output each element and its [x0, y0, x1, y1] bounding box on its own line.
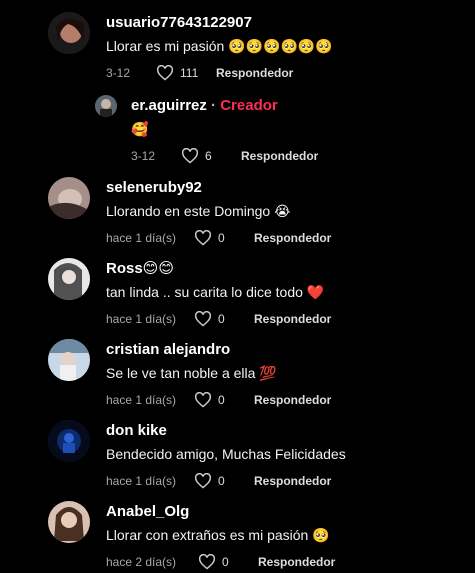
creator-badge: Creador	[220, 97, 278, 114]
comment-date: hace 1 día(s)	[106, 231, 177, 245]
like-count: 0	[222, 555, 229, 569]
comment-date: hace 2 día(s)	[106, 555, 177, 569]
comment-text: Llorar con extraños es mi pasión 🥺	[106, 527, 330, 543]
reply-button[interactable]: Respondedor	[254, 312, 331, 326]
comment-date: hace 1 día(s)	[106, 474, 177, 488]
reply-button[interactable]: Respondedor	[241, 149, 318, 163]
comment-text: Llorando en este Domingo 😭	[106, 203, 291, 219]
avatar[interactable]	[95, 95, 117, 117]
like-button[interactable]: 0	[194, 311, 248, 327]
heart-outline-icon	[156, 65, 174, 81]
reply-button[interactable]: Respondedor	[254, 474, 331, 488]
comment-text: Bendecido amigo, Muchas Felicidades	[106, 446, 346, 462]
comment-text: tan linda .. su carita lo dice todo ❤️	[106, 284, 325, 300]
comment-date: 3-12	[131, 149, 156, 163]
comment-username[interactable]: cristian alejandro	[106, 341, 331, 359]
comment-username[interactable]: Ross😊😊	[106, 260, 331, 278]
like-count: 0	[218, 474, 225, 488]
heart-outline-icon	[194, 230, 212, 246]
avatar[interactable]	[48, 258, 90, 300]
avatar[interactable]	[48, 501, 90, 543]
comments-list: usuario77643122907 Llorar es mi pasión 🥺…	[0, 0, 475, 573]
like-count: 111	[180, 66, 199, 80]
like-button[interactable]: 6	[181, 148, 235, 164]
heart-outline-icon	[181, 148, 199, 164]
like-button[interactable]: 0	[194, 473, 248, 489]
like-button[interactable]: 111	[156, 65, 210, 81]
avatar[interactable]	[48, 12, 90, 54]
comment-date: hace 1 día(s)	[106, 393, 177, 407]
comment-text: 🥰	[131, 121, 149, 137]
comment-username[interactable]: Anabel_Olg	[106, 503, 335, 521]
avatar[interactable]	[48, 177, 90, 219]
like-count: 0	[218, 231, 225, 245]
reply-button[interactable]: Respondedor	[258, 555, 335, 569]
heart-outline-icon	[194, 473, 212, 489]
comment-username[interactable]: usuario77643122907	[106, 14, 333, 32]
reply-button[interactable]: Respondedor	[216, 66, 293, 80]
comment-date: hace 1 día(s)	[106, 312, 177, 326]
heart-outline-icon	[198, 554, 216, 570]
reply-button[interactable]: Respondedor	[254, 231, 331, 245]
comment-date: 3-12	[106, 66, 131, 80]
heart-outline-icon	[194, 392, 212, 408]
separator: ·	[211, 97, 217, 114]
avatar[interactable]	[48, 339, 90, 381]
like-count: 0	[218, 312, 225, 326]
like-button[interactable]: 0	[198, 554, 252, 570]
heart-outline-icon	[194, 311, 212, 327]
like-button[interactable]: 0	[194, 230, 248, 246]
comment-username[interactable]: seleneruby92	[106, 179, 331, 197]
comment-username[interactable]: don kike	[106, 422, 346, 440]
avatar[interactable]	[48, 420, 90, 462]
like-count: 6	[205, 149, 212, 163]
like-count: 0	[218, 393, 225, 407]
reply-button[interactable]: Respondedor	[254, 393, 331, 407]
comment-text: Se le ve tan noble a ella 💯	[106, 365, 277, 381]
comment-username[interactable]: er.aguirrez	[131, 97, 207, 114]
like-button[interactable]: 0	[194, 392, 248, 408]
comment-text: Llorar es mi pasión 🥺🥺🥺🥺🥺🥺	[106, 38, 333, 54]
